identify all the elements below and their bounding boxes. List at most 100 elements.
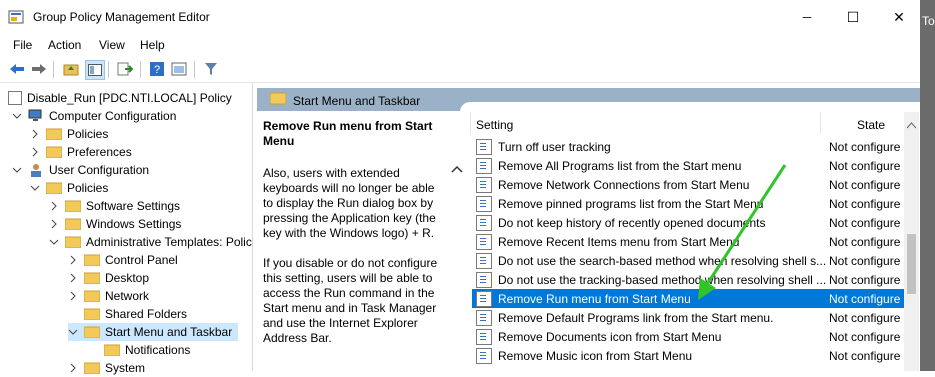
tree-item-control-panel[interactable]: Control Panel xyxy=(68,251,178,269)
tree-label: Disable_Run [PDC.NTI.LOCAL] Policy xyxy=(27,91,232,105)
tree-item-uc-policies[interactable]: Policies xyxy=(30,179,108,197)
minimize-button[interactable]: ─ xyxy=(784,0,830,34)
menu-file[interactable]: File xyxy=(13,38,32,52)
menu-help[interactable]: Help xyxy=(140,38,165,52)
tree-label: Computer Configuration xyxy=(49,109,177,123)
table-row[interactable]: Remove Documents icon from Start Menu Not… xyxy=(472,327,904,346)
column-divider[interactable] xyxy=(470,112,471,134)
chevron-right-icon[interactable] xyxy=(30,129,40,139)
policy-setting-icon xyxy=(476,290,492,307)
setting-name: Turn off user tracking xyxy=(498,139,611,154)
policy-setting-icon xyxy=(476,138,492,155)
table-row[interactable]: Do not use the search-based method when … xyxy=(472,251,904,270)
chevron-right-icon[interactable] xyxy=(49,201,59,211)
setting-state: Not configure xyxy=(829,291,901,306)
setting-state: Not configure xyxy=(829,253,901,268)
column-divider[interactable] xyxy=(820,112,821,134)
filter-icon[interactable] xyxy=(202,60,220,78)
tree-item-start-menu[interactable]: Start Menu and Taskbar xyxy=(68,323,239,341)
table-row[interactable]: Remove pinned programs list from the Sta… xyxy=(472,194,904,213)
table-row[interactable]: Do not keep history of recently opened d… xyxy=(472,213,904,232)
chevron-right-icon[interactable] xyxy=(49,219,59,229)
table-row[interactable]: Remove Default Programs link from the St… xyxy=(472,308,904,327)
scroll-up-arrow[interactable] xyxy=(906,118,917,132)
tree-label: Windows Settings xyxy=(86,217,182,231)
tree-item-user-config[interactable]: User Configuration xyxy=(12,161,149,179)
close-button[interactable]: ✕ xyxy=(876,0,922,34)
toolbar xyxy=(0,56,920,83)
chevron-down-icon[interactable] xyxy=(12,111,22,121)
pane-header-title: Start Menu and Taskbar xyxy=(293,94,421,108)
setting-state: Not configure xyxy=(829,348,901,363)
table-row[interactable]: Remove All Programs list from the Start … xyxy=(472,156,904,175)
chevron-right-icon[interactable] xyxy=(30,147,40,157)
tree-item-admin-templates[interactable]: Administrative Templates: Polic xyxy=(49,233,252,251)
tree-item-windows-settings[interactable]: Windows Settings xyxy=(49,215,181,233)
setting-state: Not configure xyxy=(829,158,901,173)
description-title: Remove Run menu from Start Menu xyxy=(263,119,433,148)
policy-setting-icon xyxy=(476,214,492,231)
toolbar-separator xyxy=(53,61,54,78)
column-header-state[interactable]: State xyxy=(857,118,885,132)
tree-item-notifications[interactable]: Notifications xyxy=(103,341,190,359)
properties-icon[interactable] xyxy=(170,60,188,78)
setting-state: Not configure xyxy=(829,177,901,192)
tree-item-software-settings[interactable]: Software Settings xyxy=(49,197,180,215)
toolbar-separator xyxy=(194,61,195,78)
chevron-right-icon[interactable] xyxy=(68,291,78,301)
chevron-right-icon[interactable] xyxy=(68,273,78,283)
background-window-text: To xyxy=(922,14,935,28)
setting-state: Not configure xyxy=(829,139,901,154)
chevron-down-icon[interactable] xyxy=(68,327,78,337)
scrollbar-thumb[interactable] xyxy=(907,234,916,294)
tree-label: Control Panel xyxy=(105,253,178,267)
tree-item-computer-config[interactable]: Computer Configuration xyxy=(12,107,176,125)
setting-state: Not configure xyxy=(829,272,901,287)
tree-label: User Configuration xyxy=(49,163,150,177)
chevron-right-icon[interactable] xyxy=(68,363,78,373)
export-list-icon[interactable] xyxy=(116,60,134,78)
menu-action[interactable]: Action xyxy=(48,38,81,52)
chevron-down-icon[interactable] xyxy=(49,237,59,247)
table-row[interactable]: Remove Music icon from Start Menu Not con… xyxy=(472,346,904,365)
help-icon[interactable]: ? xyxy=(148,60,166,78)
annotation-arrow xyxy=(698,164,787,300)
table-row[interactable]: Turn off user tracking Not configure xyxy=(472,137,904,156)
background-window-strip xyxy=(920,0,935,371)
setting-name: Remove Default Programs link from the St… xyxy=(498,310,774,325)
maximize-button[interactable]: ☐ xyxy=(830,0,876,34)
table-row[interactable]: Remove Recent Items menu from Start Menu… xyxy=(472,232,904,251)
table-row[interactable]: Do not use the tracking-based method whe… xyxy=(472,270,904,289)
tree-item-desktop[interactable]: Desktop xyxy=(68,269,149,287)
setting-state: Not configure xyxy=(829,215,901,230)
folder-icon xyxy=(64,200,82,213)
table-row[interactable]: Remove Run menu from Start Menu Not confi… xyxy=(472,289,904,308)
folder-icon xyxy=(83,272,101,285)
up-folder-icon[interactable] xyxy=(62,60,80,78)
tree-item-shared-folders[interactable]: Shared Folders xyxy=(83,305,188,323)
back-arrow-icon[interactable] xyxy=(8,60,26,78)
chevron-right-icon[interactable] xyxy=(68,255,78,265)
description-body: Also, users with extended keyboards will… xyxy=(263,166,438,345)
chevron-down-icon[interactable] xyxy=(12,165,22,175)
tree-label: Administrative Templates: Polic xyxy=(86,235,252,249)
tree-item-system[interactable]: System xyxy=(68,359,145,377)
tree-root[interactable]: Disable_Run [PDC.NTI.LOCAL] Policy xyxy=(8,89,232,107)
tree-item-cc-policies[interactable]: Policies xyxy=(30,125,108,143)
folder-open-icon xyxy=(83,326,101,339)
forward-arrow-icon[interactable] xyxy=(30,60,48,78)
chevron-down-icon[interactable] xyxy=(30,183,40,193)
chevron-up-icon[interactable] xyxy=(451,162,463,176)
tree-item-network[interactable]: Network xyxy=(68,287,149,305)
column-header-setting[interactable]: Setting xyxy=(476,118,513,132)
setting-state: Not configure xyxy=(829,234,901,249)
tree-label: Shared Folders xyxy=(105,307,188,321)
setting-state: Not configure xyxy=(829,310,901,325)
folder-icon xyxy=(269,92,287,108)
show-hide-tree-icon[interactable] xyxy=(85,60,105,80)
table-row[interactable]: Remove Network Connections from Start Me… xyxy=(472,175,904,194)
tree-item-cc-preferences[interactable]: Preferences xyxy=(30,143,132,161)
folder-icon xyxy=(45,128,63,141)
menu-view[interactable]: View xyxy=(99,38,125,52)
folder-icon xyxy=(83,362,101,375)
